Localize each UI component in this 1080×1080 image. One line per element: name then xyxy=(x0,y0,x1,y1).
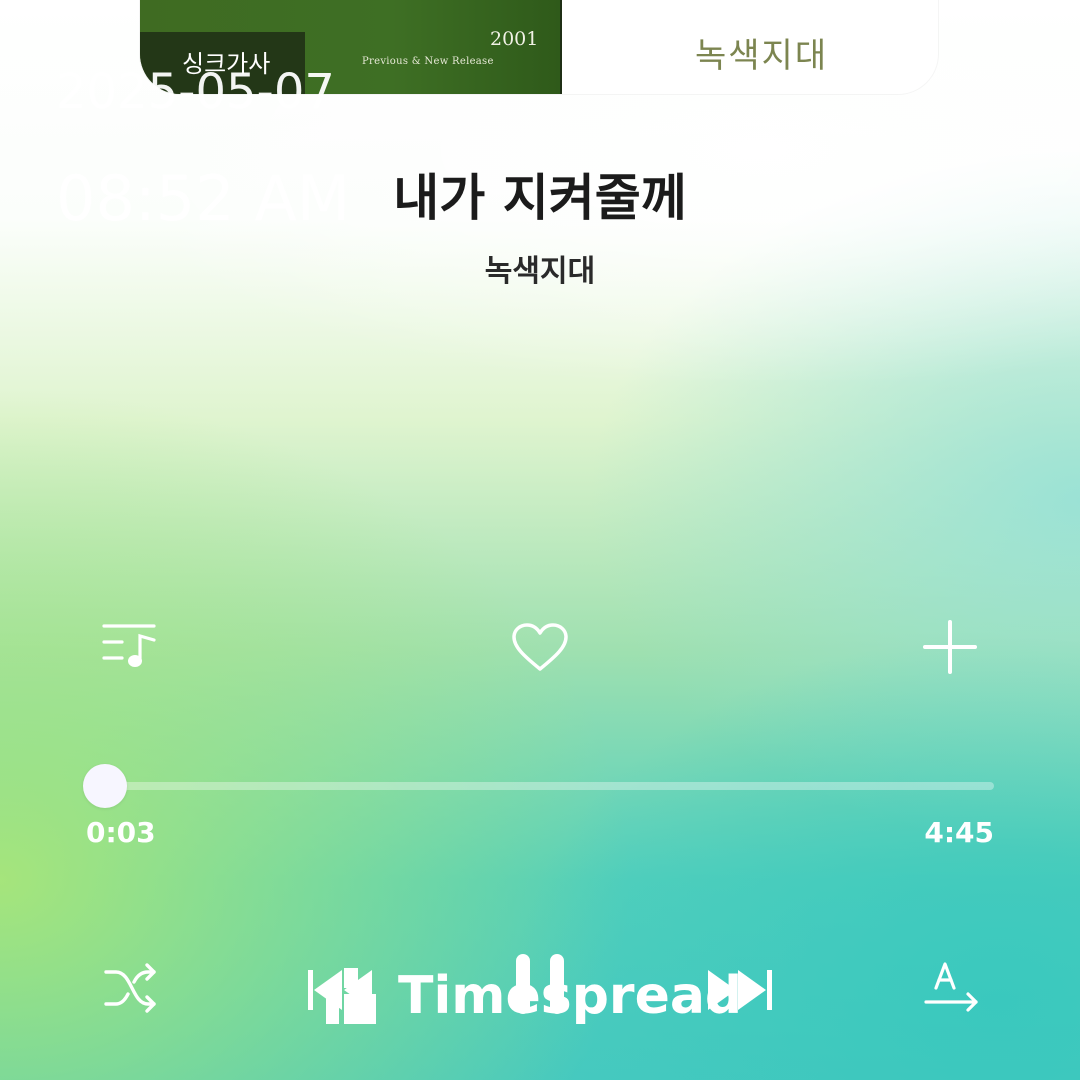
heart-icon[interactable] xyxy=(510,622,570,674)
elapsed-time: 0:03 xyxy=(86,816,156,849)
album-cover-title: 녹색지대 xyxy=(695,36,829,76)
album-subtitle: Previous & New Release xyxy=(362,56,494,67)
shuffle-icon[interactable] xyxy=(102,960,158,1016)
watermark-text: Timespread xyxy=(398,966,743,1026)
add-icon[interactable] xyxy=(921,618,979,676)
overlay-date: 2025-05-07 xyxy=(56,64,335,120)
total-time: 4:45 xyxy=(924,816,994,849)
album-year: 2001 xyxy=(490,28,539,50)
translate-icon[interactable] xyxy=(922,958,982,1014)
playlist-icon[interactable] xyxy=(100,620,160,672)
artist-name[interactable]: 녹색지대 xyxy=(0,246,1080,290)
watermark: Timespread xyxy=(326,966,742,1026)
song-title: 내가 지켜줄께 xyxy=(393,169,687,227)
watermark-logo-icon xyxy=(326,968,376,1024)
progress-knob[interactable] xyxy=(83,764,127,808)
progress-track[interactable] xyxy=(96,782,994,790)
album-art-divider xyxy=(560,0,562,94)
